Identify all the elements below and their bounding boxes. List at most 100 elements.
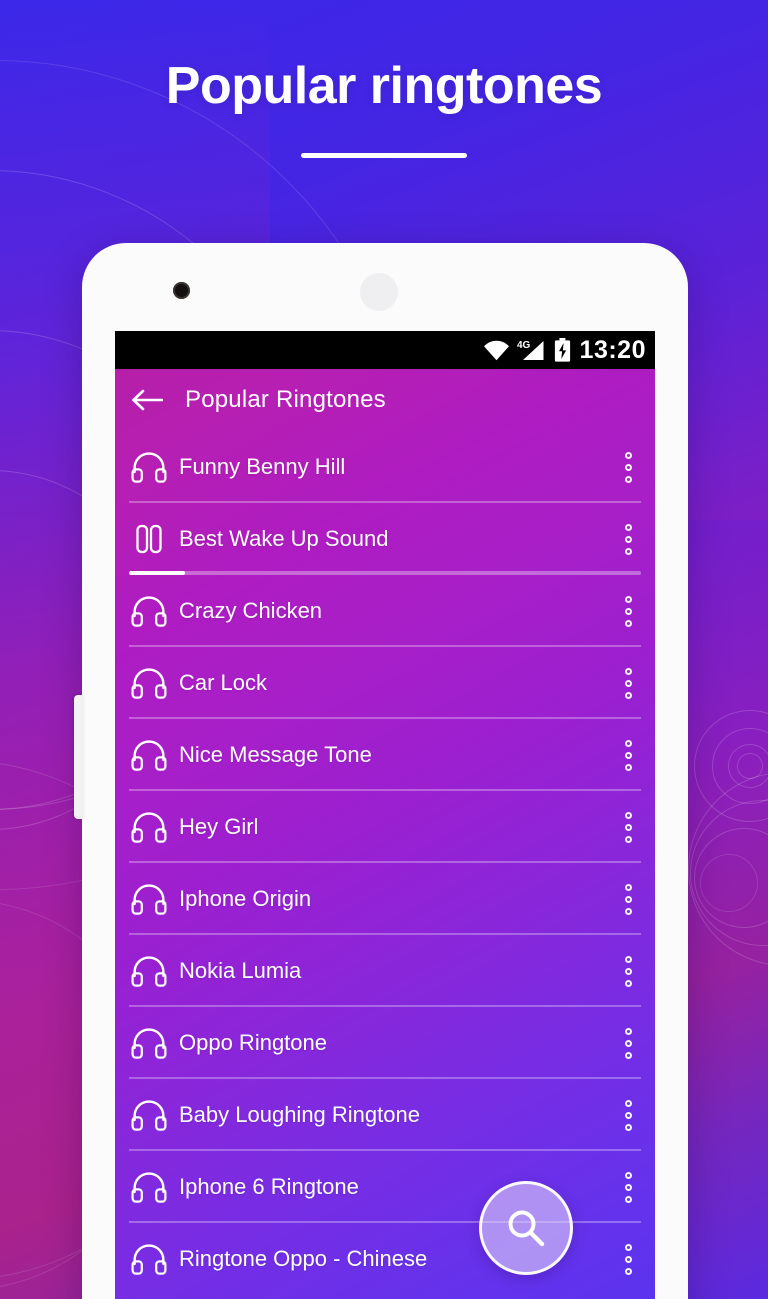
headphones-icon[interactable]	[129, 451, 169, 483]
menu-dot	[624, 1051, 632, 1059]
phone-screen: 4G 13:20 Popular Ringtones Funny Benny H…	[115, 331, 655, 1299]
overflow-menu-icon[interactable]	[615, 955, 641, 987]
menu-dot	[624, 1123, 632, 1131]
overflow-menu-icon[interactable]	[615, 667, 641, 699]
ringtone-label: Nokia Lumia	[179, 958, 302, 983]
headphones-icon[interactable]	[129, 739, 169, 771]
ringtone-row[interactable]: Iphone 6 Ringtone	[115, 1151, 655, 1223]
headphones-icon[interactable]	[129, 595, 169, 627]
toolbar-title: Popular Ringtones	[185, 386, 386, 413]
menu-dot	[624, 895, 632, 903]
menu-dot	[624, 1267, 632, 1275]
overflow-menu-icon[interactable]	[615, 883, 641, 915]
headphones-icon[interactable]	[129, 1027, 169, 1059]
headphones-icon[interactable]	[129, 1171, 169, 1203]
menu-dot	[624, 463, 632, 471]
headphones-icon[interactable]	[129, 1099, 169, 1131]
menu-dot	[624, 811, 632, 819]
overflow-menu-icon[interactable]	[615, 811, 641, 843]
menu-dot	[624, 1039, 632, 1047]
overflow-menu-icon[interactable]	[615, 1027, 641, 1059]
menu-dot	[624, 1243, 632, 1251]
menu-dot	[624, 535, 632, 543]
front-camera-icon	[173, 282, 190, 299]
ringtone-row[interactable]: Nokia Lumia	[115, 935, 655, 1007]
ringtone-row[interactable]: Hey Girl	[115, 791, 655, 863]
ringtone-label: Baby Loughing Ringtone	[179, 1102, 420, 1127]
overflow-menu-icon[interactable]	[615, 523, 641, 555]
headphones-icon[interactable]	[129, 811, 169, 843]
menu-dot	[624, 1111, 632, 1119]
decor-ring-right-8	[700, 854, 758, 912]
ringtone-label: Oppo Ringtone	[179, 1030, 327, 1055]
menu-dot	[624, 823, 632, 831]
overflow-menu-icon[interactable]	[615, 595, 641, 627]
menu-dot	[624, 1195, 632, 1203]
menu-dot	[624, 1183, 632, 1191]
app-surface: Popular Ringtones Funny Benny Hill Best …	[115, 369, 655, 1299]
ringtone-row[interactable]: Oppo Ringtone	[115, 1007, 655, 1079]
app-toolbar: Popular Ringtones	[115, 369, 655, 431]
pause-icon[interactable]	[129, 523, 169, 555]
ringtone-row[interactable]: Nice Message Tone	[115, 719, 655, 791]
signal-bars-icon: 4G	[517, 339, 547, 362]
volume-button-icon[interactable]	[74, 695, 84, 819]
menu-dot	[624, 1255, 632, 1263]
overflow-menu-icon[interactable]	[615, 1243, 641, 1275]
menu-dot	[624, 835, 632, 843]
menu-dot	[624, 967, 632, 975]
menu-dot	[624, 475, 632, 483]
status-bar-clock: 13:20	[579, 335, 646, 364]
menu-dot	[624, 607, 632, 615]
promo-header: Popular ringtones	[0, 57, 768, 159]
overflow-menu-icon[interactable]	[615, 1171, 641, 1203]
menu-dot	[624, 883, 632, 891]
headphones-icon[interactable]	[129, 955, 169, 987]
page-title: Popular ringtones	[165, 57, 603, 115]
ringtone-label: Hey Girl	[179, 814, 259, 839]
menu-dot	[624, 523, 632, 531]
menu-dot	[624, 739, 632, 747]
ringtone-label: Best Wake Up Sound	[179, 526, 389, 551]
menu-dot	[624, 1171, 632, 1179]
menu-dot	[624, 619, 632, 627]
menu-dot	[624, 1027, 632, 1035]
menu-dot	[624, 763, 632, 771]
search-fab-button[interactable]	[479, 1181, 573, 1275]
menu-dot	[624, 691, 632, 699]
ringtone-label: Nice Message Tone	[179, 742, 372, 767]
ringtone-row[interactable]: Crazy Chicken	[115, 575, 655, 647]
overflow-menu-icon[interactable]	[615, 1099, 641, 1131]
ringtone-row[interactable]: Funny Benny Hill	[115, 431, 655, 503]
search-icon	[508, 1210, 545, 1247]
phone-mockup: 4G 13:20 Popular Ringtones Funny Benny H…	[74, 243, 688, 1299]
headphones-icon[interactable]	[129, 883, 169, 915]
headphones-icon[interactable]	[129, 1243, 169, 1275]
overflow-menu-icon[interactable]	[615, 739, 641, 771]
ringtone-label: Car Lock	[179, 670, 268, 695]
menu-dot	[624, 955, 632, 963]
ringtone-row[interactable]: Best Wake Up Sound	[115, 503, 655, 575]
menu-dot	[624, 451, 632, 459]
headphones-icon[interactable]	[129, 667, 169, 699]
ringtone-row[interactable]: Ringtone Oppo - Chinese	[115, 1223, 655, 1295]
ringtone-label: Iphone Origin	[179, 886, 312, 911]
ringtone-row[interactable]: Car Lock	[115, 647, 655, 719]
ringtone-row[interactable]: Baby Loughing Ringtone	[115, 1079, 655, 1151]
ringtone-list: Funny Benny Hill Best Wake Up Sound Craz…	[115, 431, 655, 1295]
ringtone-row[interactable]: Iphone Origin	[115, 863, 655, 935]
menu-dot	[624, 907, 632, 915]
status-bar: 4G 13:20	[115, 331, 655, 369]
menu-dot	[624, 979, 632, 987]
menu-dot	[624, 667, 632, 675]
back-arrow-icon[interactable]	[131, 389, 164, 411]
menu-dot	[624, 1099, 632, 1107]
battery-charging-icon	[554, 338, 571, 362]
menu-dot	[624, 547, 632, 555]
title-underline-accent	[301, 153, 467, 159]
menu-dot	[624, 751, 632, 759]
overflow-menu-icon[interactable]	[615, 451, 641, 483]
menu-dot	[624, 595, 632, 603]
ringtone-label: Funny Benny Hill	[179, 454, 346, 479]
menu-dot	[624, 679, 632, 687]
